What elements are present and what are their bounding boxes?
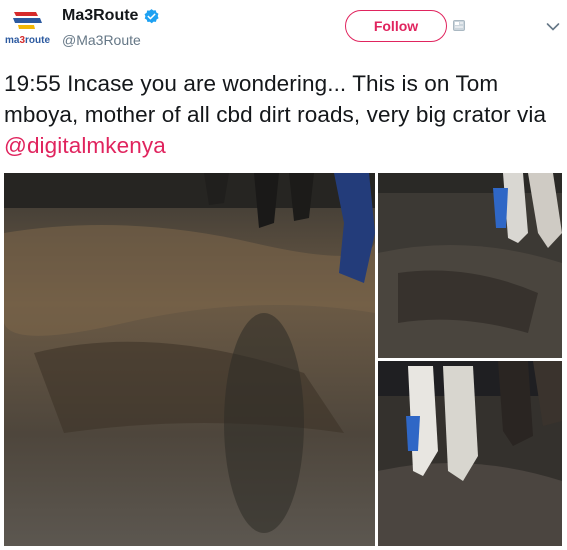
tweet-body: 19:55 Incase you are wondering... This i…: [4, 71, 547, 127]
photo-main-road-crater[interactable]: [4, 173, 375, 546]
tweet-header: ma3route Ma3Route @Ma3Route Follow: [0, 0, 567, 60]
svg-text:ma3route: ma3route: [5, 35, 50, 46]
ma3route-logo-avatar[interactable]: ma3route: [4, 8, 52, 48]
account-name-row: Ma3Route: [62, 7, 160, 25]
photo-top-right-pedestrians[interactable]: [378, 173, 562, 358]
follow-button[interactable]: Follow: [345, 10, 447, 42]
mention-link[interactable]: @digitalmkenya: [4, 133, 166, 158]
tweet-text: 19:55 Incase you are wondering... This i…: [4, 68, 560, 161]
tweet-media-grid: [4, 173, 562, 546]
account-handle[interactable]: @Ma3Route: [62, 32, 141, 48]
account-name[interactable]: Ma3Route: [62, 7, 138, 25]
card-icon[interactable]: [453, 20, 465, 31]
verified-badge-icon: [145, 8, 160, 23]
chevron-down-icon[interactable]: [546, 22, 560, 32]
photo-bottom-right-pedestrians[interactable]: [378, 361, 562, 546]
